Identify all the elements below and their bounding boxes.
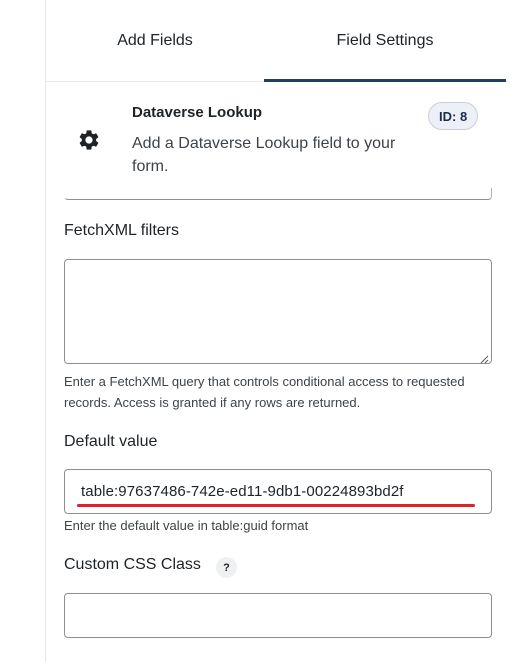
field-description: Add a Dataverse Lookup field to your for… [132,135,396,175]
resize-handle-icon[interactable] [479,351,489,364]
gear-icon [77,128,101,152]
field-settings-panel: Add Fields Field Settings Dataverse Look… [45,0,510,662]
fetchxml-label: FetchXML filters [64,222,179,239]
fetchxml-hint: Enter a FetchXML query that controls con… [64,374,465,410]
tab-bar: Add Fields Field Settings [46,0,510,82]
default-value-label: Default value [64,433,158,450]
default-value-input[interactable]: table:97637486-742e-ed11-9db1-00224893bd… [64,469,492,514]
fetchxml-textarea[interactable] [64,259,492,364]
default-value-hint: Enter the default value in table:guid fo… [64,518,309,533]
field-header: Dataverse Lookup Add a Dataverse Lookup … [46,82,510,202]
section-divider [64,188,492,200]
tab-add-fields[interactable]: Add Fields [46,0,264,82]
tab-field-settings[interactable]: Field Settings [264,0,506,82]
field-title: Dataverse Lookup [132,104,263,121]
default-value-text: table:97637486-742e-ed11-9db1-00224893bd… [81,483,404,500]
custom-css-label: Custom CSS Class [64,556,201,573]
custom-css-input[interactable] [64,593,492,638]
help-icon[interactable]: ? [216,557,237,578]
field-id-badge: ID: 8 [428,102,479,130]
annotation-underline [77,504,475,507]
